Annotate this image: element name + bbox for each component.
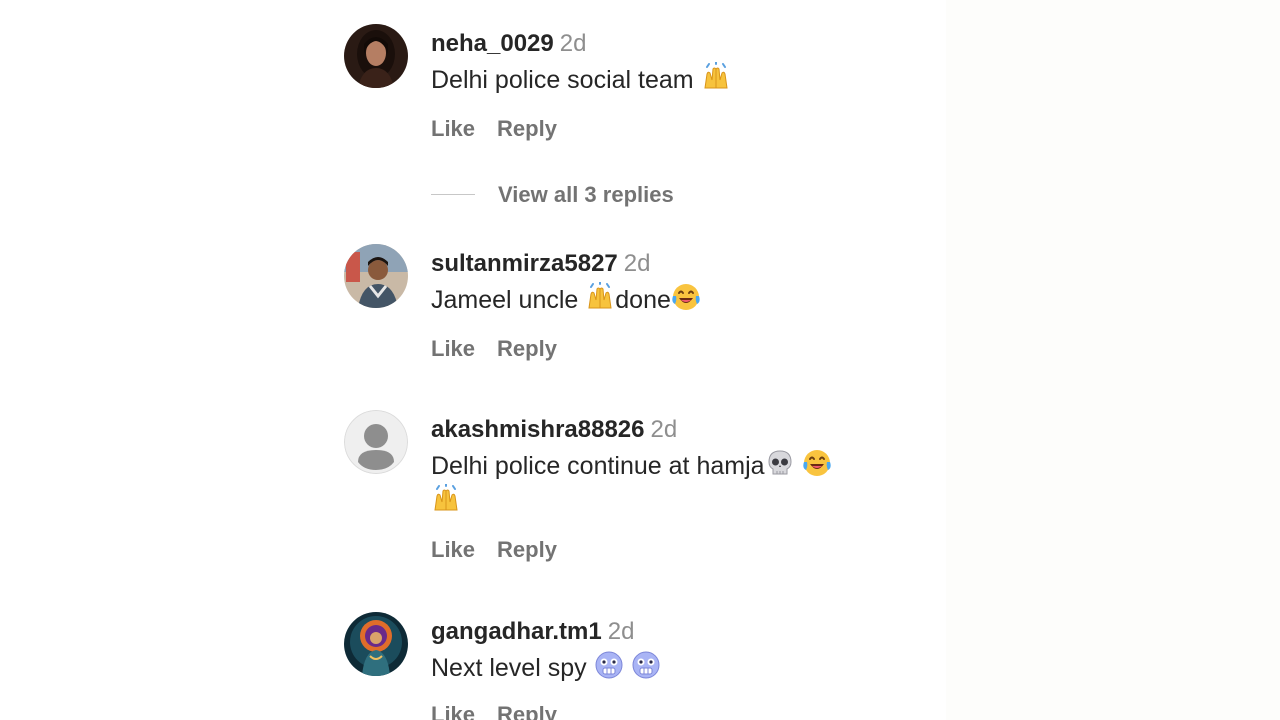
raising-hands-icon — [431, 484, 461, 514]
comment-item: gangadhar.tm1 2d Next level spy Like Rep… — [344, 612, 904, 720]
reply-button[interactable]: Reply — [497, 537, 557, 562]
reply-button[interactable]: Reply — [497, 336, 557, 361]
reply-button[interactable]: Reply — [497, 116, 557, 141]
comment-text: Jameel uncle done — [431, 282, 891, 318]
username[interactable]: neha_0029 — [431, 30, 554, 57]
cold-face-icon — [631, 650, 661, 680]
avatar-photo-icon — [344, 612, 408, 676]
avatar-photo-icon — [344, 24, 408, 88]
comment-actions: Like Reply — [431, 116, 557, 142]
comment-header: neha_0029 2d — [431, 28, 586, 60]
comment-text: Delhi police social team — [431, 62, 891, 98]
like-button[interactable]: Like — [431, 537, 475, 562]
comment-item: akashmishra88826 2d Delhi police continue… — [344, 410, 904, 580]
comment-actions: Like Reply — [431, 702, 557, 720]
comment-item: sultanmirza5827 2d Jameel uncle done Lik… — [344, 244, 904, 374]
replies-divider — [431, 194, 475, 195]
like-button[interactable]: Like — [431, 336, 475, 361]
laughing-tears-icon — [802, 448, 832, 478]
reply-button[interactable]: Reply — [497, 702, 557, 720]
like-button[interactable]: Like — [431, 702, 475, 720]
cold-face-icon — [594, 650, 624, 680]
raising-hands-icon — [701, 62, 731, 92]
comment-text-part: done — [615, 286, 671, 314]
comment-text: Delhi police continue at hamja — [431, 448, 881, 520]
comment-text: Next level spy — [431, 650, 891, 686]
skull-icon — [765, 448, 795, 478]
username[interactable]: sultanmirza5827 — [431, 250, 618, 277]
like-button[interactable]: Like — [431, 116, 475, 141]
username[interactable]: akashmishra88826 — [431, 416, 645, 443]
timestamp: 2d — [607, 618, 635, 645]
timestamp: 2d — [623, 250, 651, 277]
default-avatar-icon — [344, 410, 408, 474]
comment-header: gangadhar.tm1 2d — [431, 616, 634, 648]
side-panel — [946, 0, 1280, 720]
comment-header: akashmishra88826 2d — [431, 414, 677, 446]
comment-text-part: Next level spy — [431, 654, 587, 682]
comment-actions: Like Reply — [431, 336, 557, 362]
comment-text-part: Delhi police social team — [431, 66, 694, 94]
comment-header: sultanmirza5827 2d — [431, 248, 650, 280]
laughing-tears-icon — [671, 282, 701, 312]
raising-hands-icon — [585, 282, 615, 312]
comment-text-part: Jameel uncle — [431, 286, 579, 314]
view-replies-button[interactable]: View all 3 replies — [498, 182, 674, 208]
avatar[interactable] — [344, 612, 408, 676]
comment-text-part: Delhi police continue at hamja — [431, 452, 765, 480]
timestamp: 2d — [650, 416, 678, 443]
comment-actions: Like Reply — [431, 537, 557, 563]
comments-list: neha_0029 2d Delhi police social team Lik… — [0, 0, 946, 720]
avatar[interactable] — [344, 244, 408, 308]
avatar[interactable] — [344, 24, 408, 88]
avatar[interactable] — [344, 410, 408, 474]
timestamp: 2d — [559, 30, 587, 57]
username[interactable]: gangadhar.tm1 — [431, 618, 602, 645]
avatar-photo-icon — [344, 244, 408, 308]
